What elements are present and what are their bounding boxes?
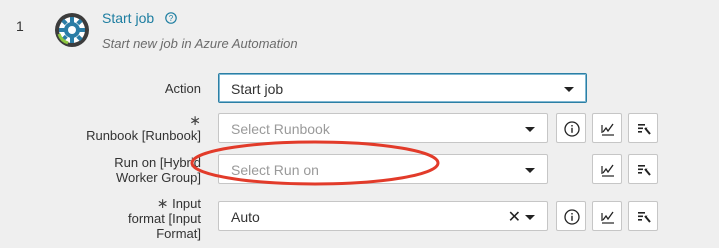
highlight-annotation <box>190 140 440 186</box>
input-format-label-line3: Format] <box>156 226 201 241</box>
input-format-expression-button[interactable] <box>592 201 622 231</box>
run-on-label: Run on [Hybrid Worker Group] <box>31 155 201 185</box>
runbook-info-button[interactable] <box>556 113 586 143</box>
input-format-select[interactable]: Auto ✕ <box>218 201 548 231</box>
step-subtitle: Start new job in Azure Automation <box>102 36 298 51</box>
input-format-value: Auto <box>231 209 260 225</box>
chevron-down-icon <box>564 87 574 92</box>
action-dropdown[interactable]: Start job <box>218 73 587 103</box>
runbook-label: ∗ Runbook [Runbook] <box>31 112 201 144</box>
required-marker: ∗ <box>189 112 201 128</box>
function-expression-icon <box>601 123 614 136</box>
required-marker: ∗ <box>156 195 169 211</box>
chevron-down-icon <box>525 127 535 132</box>
list-picker-icon <box>638 165 651 176</box>
run-on-expression-button[interactable] <box>592 154 622 184</box>
function-expression-icon <box>601 211 614 224</box>
action-label: Action <box>164 81 201 96</box>
info-circle-icon <box>564 209 580 225</box>
input-format-label-line1: Input <box>172 196 201 211</box>
azure-automation-gear-icon <box>54 12 90 48</box>
input-format-label: ∗ Input format [Input Format] <box>31 195 201 242</box>
info-circle-icon <box>564 121 580 137</box>
run-on-label-line2: Worker Group] <box>115 170 201 185</box>
list-picker-icon <box>638 212 651 223</box>
runbook-picker-button[interactable] <box>628 113 658 143</box>
runbook-label-text: Runbook [Runbook] <box>86 128 201 143</box>
step-title: Start job <box>102 10 155 26</box>
action-value: Start job <box>231 81 284 97</box>
run-on-picker-button[interactable] <box>628 154 658 184</box>
runbook-expression-button[interactable] <box>592 113 622 143</box>
step-number: 1 <box>16 18 24 34</box>
svg-text:?: ? <box>169 14 174 23</box>
list-picker-icon <box>638 124 651 135</box>
input-format-label-line2: format [Input <box>128 211 201 226</box>
close-icon[interactable]: ✕ <box>508 207 521 227</box>
input-format-info-button[interactable] <box>556 201 586 231</box>
chevron-down-icon <box>525 215 535 220</box>
function-expression-icon <box>601 164 614 177</box>
question-circle-icon[interactable]: ? <box>165 11 177 24</box>
chevron-down-icon <box>525 168 535 173</box>
run-on-label-line1: Run on [Hybrid <box>114 155 201 170</box>
runbook-placeholder: Select Runbook <box>231 121 330 137</box>
input-format-picker-button[interactable] <box>628 201 658 231</box>
